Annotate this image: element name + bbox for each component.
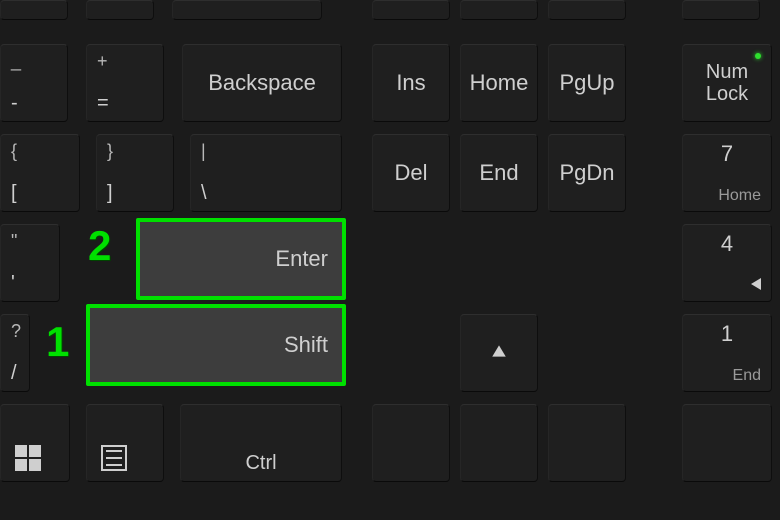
enter-key[interactable]: Enter	[136, 218, 346, 300]
slash-upper: ?	[11, 321, 21, 342]
lbracket-upper: {	[11, 141, 17, 162]
shift-key[interactable]: Shift	[86, 304, 346, 386]
annotation-enter-number: 2	[88, 222, 111, 270]
slash-lower: /	[11, 362, 17, 385]
quote-lower: '	[11, 272, 15, 295]
equals-upper: +	[97, 51, 108, 72]
pgup-label: PgUp	[559, 70, 614, 96]
home-label: Home	[470, 70, 529, 96]
numpad-1-key[interactable]: 1 End	[682, 314, 772, 392]
end-label: End	[479, 160, 518, 186]
ins-label: Ins	[396, 70, 425, 96]
shift-label: Shift	[284, 332, 328, 358]
key-fn-frag-6[interactable]	[548, 0, 626, 20]
quote-upper: "	[11, 231, 17, 252]
numpad-7-label: 7	[721, 141, 733, 167]
equals-key[interactable]: + =	[86, 44, 164, 122]
numpad-1-sub: End	[733, 367, 761, 385]
numpad-7-sub: Home	[718, 187, 761, 205]
backslash-key[interactable]: | \	[190, 134, 342, 212]
minus-upper: _	[11, 51, 21, 72]
numlock-led-icon	[755, 53, 761, 59]
key-fn-frag-4[interactable]	[372, 0, 450, 20]
slash-key[interactable]: ? /	[0, 314, 30, 392]
key-fn-frag-5[interactable]	[460, 0, 538, 20]
home-key[interactable]: Home	[460, 44, 538, 122]
bottom-key-1[interactable]	[372, 404, 450, 482]
lbracket-key[interactable]: { [	[0, 134, 80, 212]
numpad-4-label: 4	[721, 231, 733, 257]
pgdn-label: PgDn	[559, 160, 614, 186]
menu-key[interactable]	[86, 404, 164, 482]
enter-label: Enter	[275, 246, 328, 272]
quote-key[interactable]: " '	[0, 224, 60, 302]
menu-icon	[101, 445, 127, 471]
numlock-line2: Lock	[706, 83, 748, 105]
minus-lower: -	[11, 92, 18, 115]
equals-lower: =	[97, 92, 109, 115]
backspace-key[interactable]: Backspace	[182, 44, 342, 122]
key-fn-frag-7[interactable]	[682, 0, 760, 20]
backslash-lower: \	[201, 182, 207, 205]
numpad-4-key[interactable]: 4	[682, 224, 772, 302]
del-label: Del	[394, 160, 427, 186]
bottom-key-3[interactable]	[548, 404, 626, 482]
backslash-upper: |	[201, 141, 206, 162]
key-fn-frag-3[interactable]	[172, 0, 322, 20]
annotation-shift-number: 1	[46, 318, 69, 366]
arrow-up-key[interactable]	[460, 314, 538, 392]
windows-logo-icon	[15, 445, 41, 471]
numpad-1-label: 1	[721, 321, 733, 347]
key-fn-frag-2[interactable]	[86, 0, 154, 20]
lbracket-lower: [	[11, 182, 17, 205]
numpad-7-key[interactable]: 7 Home	[682, 134, 772, 212]
pgup-key[interactable]: PgUp	[548, 44, 626, 122]
numpad-4-sub-icon	[751, 277, 761, 295]
numlock-line1: Num	[706, 61, 748, 83]
arrow-up-icon	[490, 340, 508, 366]
bottom-key-4[interactable]	[682, 404, 772, 482]
rbracket-lower: ]	[107, 182, 113, 205]
rbracket-upper: }	[107, 141, 113, 162]
ctrl-key[interactable]: Ctrl	[180, 404, 342, 482]
rbracket-key[interactable]: } ]	[96, 134, 174, 212]
minus-key[interactable]: _ -	[0, 44, 68, 122]
windows-key[interactable]	[0, 404, 70, 482]
end-key[interactable]: End	[460, 134, 538, 212]
del-key[interactable]: Del	[372, 134, 450, 212]
numlock-key[interactable]: Num Lock	[682, 44, 772, 122]
keyboard-surface: _ - + = Backspace Ins Home PgUp Num Lock…	[0, 0, 780, 520]
ins-key[interactable]: Ins	[372, 44, 450, 122]
ctrl-label: Ctrl	[245, 452, 276, 475]
pgdn-key[interactable]: PgDn	[548, 134, 626, 212]
backspace-label: Backspace	[208, 70, 316, 96]
key-fn-frag-1[interactable]	[0, 0, 68, 20]
bottom-key-2[interactable]	[460, 404, 538, 482]
